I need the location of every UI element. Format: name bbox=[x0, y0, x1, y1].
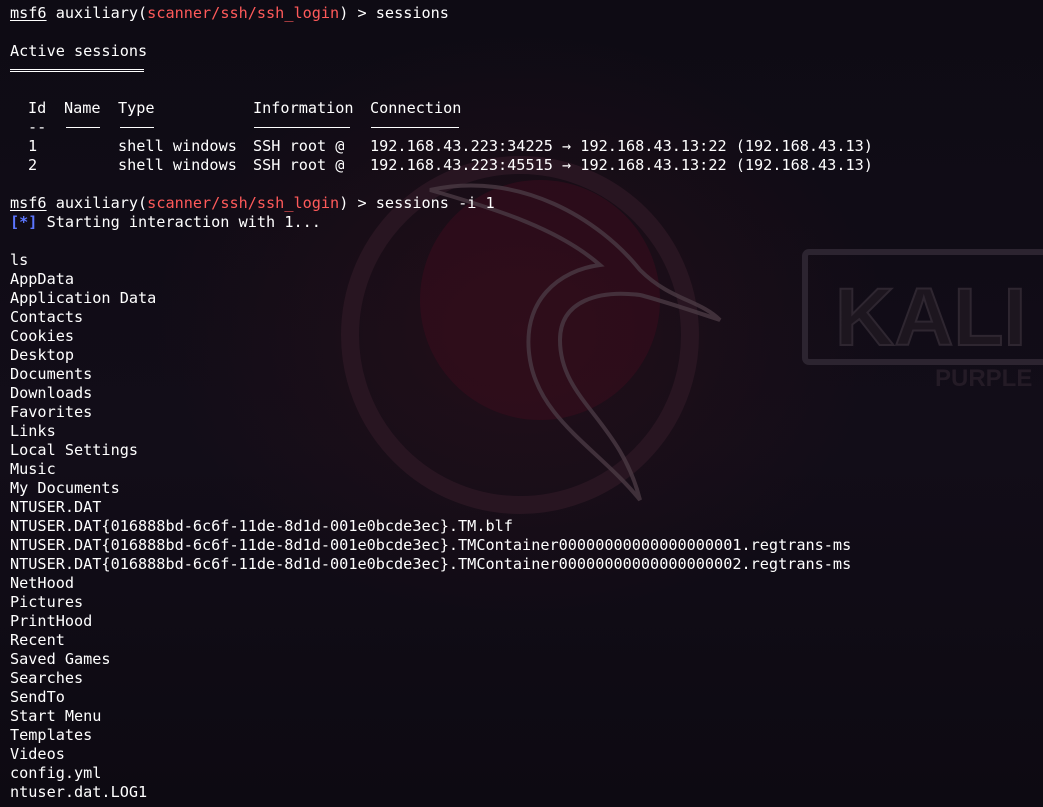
prompt-line-2: msf6 auxiliary(scanner/ssh/ssh_login) > … bbox=[10, 194, 1043, 213]
prompt-msf: msf6 bbox=[10, 4, 47, 22]
directory-listing: AppData Application Data Contacts Cookies De… bbox=[10, 270, 1043, 802]
terminal-output: msf6 auxiliary(scanner/ssh/ssh_login) > … bbox=[10, 4, 1043, 802]
list-item: Links bbox=[10, 422, 56, 440]
list-item: Favorites bbox=[10, 403, 93, 421]
cell-type: shell windows bbox=[118, 137, 237, 155]
active-sessions-title: Active sessions bbox=[10, 42, 148, 60]
ls-command: ls bbox=[10, 251, 29, 269]
prompt-suffix: ) > bbox=[339, 194, 376, 212]
list-item: NTUSER.DAT bbox=[10, 498, 102, 516]
list-item: ntuser.dat.LOG1 bbox=[10, 783, 148, 801]
list-item: Saved Games bbox=[10, 650, 111, 668]
list-item: Templates bbox=[10, 726, 93, 744]
col-rule-type bbox=[120, 127, 154, 128]
list-item: Recent bbox=[10, 631, 65, 649]
cell-connection: 192.168.43.223:45515 → 192.168.43.13:22 … bbox=[370, 156, 873, 174]
list-item: SendTo bbox=[10, 688, 65, 706]
list-item: Documents bbox=[10, 365, 93, 383]
prompt-line-1: msf6 auxiliary(scanner/ssh/ssh_login) > … bbox=[10, 4, 1043, 23]
cell-id: 1 bbox=[28, 137, 38, 155]
col-header-type: Type bbox=[118, 99, 155, 117]
table-row: 2 shell windows SSH root @ 192.168.43.22… bbox=[10, 156, 1043, 175]
status-text: Starting interaction with 1... bbox=[37, 213, 321, 231]
col-rule-connection bbox=[371, 127, 459, 128]
cell-information: SSH root @ bbox=[253, 156, 345, 174]
col-header-information: Information bbox=[253, 99, 354, 117]
list-item: PrintHood bbox=[10, 612, 93, 630]
list-item: Downloads bbox=[10, 384, 93, 402]
prompt-prefix: auxiliary( bbox=[46, 4, 148, 22]
col-rule-id: -- bbox=[28, 118, 47, 136]
table-header: Id Name Type Information Connection bbox=[10, 99, 1043, 118]
list-item: NetHood bbox=[10, 574, 75, 592]
col-header-id: Id bbox=[28, 99, 47, 117]
table-header-rule: -- bbox=[10, 118, 1043, 137]
title-underline bbox=[10, 61, 1043, 80]
list-item: Pictures bbox=[10, 593, 84, 611]
cell-information: SSH root @ bbox=[253, 137, 345, 155]
list-item: Searches bbox=[10, 669, 84, 687]
status-line: [*] Starting interaction with 1... bbox=[10, 213, 1043, 232]
list-item: Cookies bbox=[10, 327, 75, 345]
list-item: Desktop bbox=[10, 346, 75, 364]
list-item: Music bbox=[10, 460, 56, 478]
col-rule-name bbox=[66, 127, 100, 128]
list-item: Start Menu bbox=[10, 707, 102, 725]
list-item: Contacts bbox=[10, 308, 84, 326]
list-item: AppData bbox=[10, 270, 75, 288]
list-item: NTUSER.DAT{016888bd-6c6f-11de-8d1d-001e0… bbox=[10, 517, 513, 535]
cell-type: shell windows bbox=[118, 156, 237, 174]
col-rule-information bbox=[254, 127, 350, 128]
prompt-module: scanner/ssh/ssh_login bbox=[147, 194, 340, 212]
prompt-module: scanner/ssh/ssh_login bbox=[147, 4, 340, 22]
col-header-connection: Connection bbox=[370, 99, 462, 117]
list-item: My Documents bbox=[10, 479, 120, 497]
table-row: 1 shell windows SSH root @ 192.168.43.22… bbox=[10, 137, 1043, 156]
command-text: sessions bbox=[375, 4, 449, 22]
command-text: sessions -i 1 bbox=[375, 194, 495, 212]
list-item: NTUSER.DAT{016888bd-6c6f-11de-8d1d-001e0… bbox=[10, 536, 852, 554]
prompt-prefix: auxiliary( bbox=[46, 194, 148, 212]
list-item: NTUSER.DAT{016888bd-6c6f-11de-8d1d-001e0… bbox=[10, 555, 852, 573]
cell-id: 2 bbox=[28, 156, 38, 174]
list-item: Local Settings bbox=[10, 441, 139, 459]
col-header-name: Name bbox=[64, 99, 101, 117]
prompt-suffix: ) > bbox=[339, 4, 376, 22]
list-item: Videos bbox=[10, 745, 65, 763]
list-item: Application Data bbox=[10, 289, 157, 307]
cell-connection: 192.168.43.223:34225 → 192.168.43.13:22 … bbox=[370, 137, 873, 155]
list-item: config.yml bbox=[10, 764, 102, 782]
